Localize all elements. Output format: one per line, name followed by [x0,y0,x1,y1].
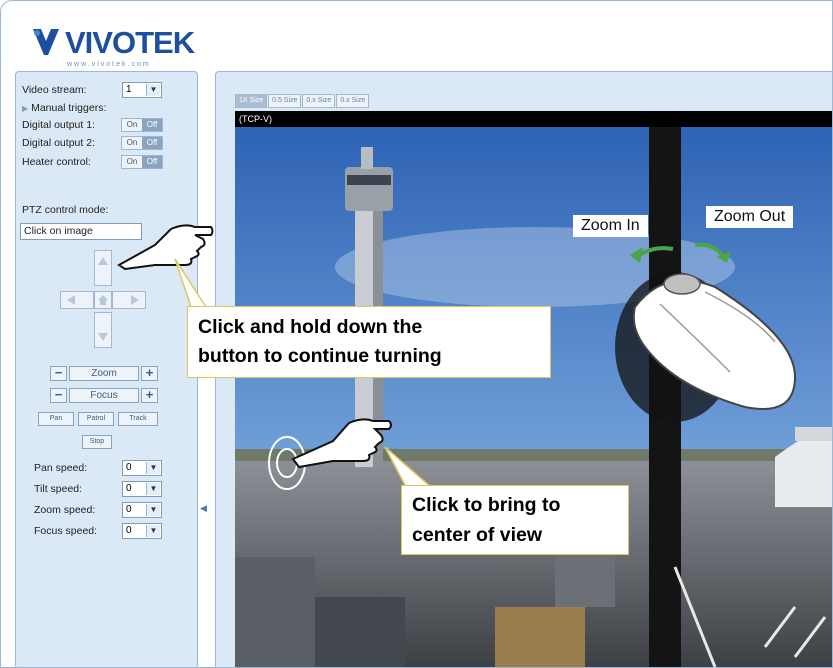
tilt-up-button[interactable] [94,250,112,286]
tilt-speed-select[interactable]: 0 ▼ [122,481,162,497]
zoom-label: Zoom [69,366,139,381]
off-button[interactable]: Off [142,156,162,168]
digital-output-2-switch[interactable]: On Off [121,136,163,150]
track-button[interactable]: Track [118,412,158,426]
control-sidebar: Video stream: 1 ▼ ▶ Manual triggers: Dig… [15,71,198,667]
arrow-right-icon [131,295,139,305]
center-callout-line1: Click to bring to [412,494,561,516]
arrow-down-icon [98,333,108,341]
digital-output-1-label: Digital output 1: [22,119,95,131]
vivotek-logo: VIVOTEK www.vivotek.com [31,19,195,71]
zoom-speed-label: Zoom speed: [34,504,96,516]
chevron-down-icon: ▼ [146,84,160,96]
view-size-tab[interactable]: 0.x Size [336,94,370,108]
arrow-left-icon [67,295,75,305]
brand-tagline: www.vivotek.com [67,61,151,68]
pan-speed-select[interactable]: 0 ▼ [122,460,162,476]
click-hand-icon [268,418,392,490]
patrol-button[interactable]: Patrol [78,412,114,426]
logo-mark-icon [33,29,59,55]
digital-output-1-switch[interactable]: On Off [121,118,163,132]
home-icon [98,295,108,305]
hold-callout-line2: button to continue turning [198,345,442,367]
digital-output-2-label: Digital output 2: [22,137,95,149]
chevron-down-icon: ▼ [146,483,160,495]
video-stream-label: Video stream: [22,84,87,96]
zoom-out-label: Zoom Out [706,206,794,228]
center-callout-line2: center of view [412,524,543,546]
heater-control-label: Heater control: [22,156,91,168]
ptz-mode-label: PTZ control mode: [22,204,109,216]
arrow-up-icon [98,257,108,265]
zoom-speed-value: 0 [126,504,132,515]
off-button[interactable]: Off [142,119,162,131]
pan-right-button[interactable] [112,291,146,309]
on-button[interactable]: On [122,156,142,168]
hold-callout: Click and hold down the button to contin… [187,306,551,378]
pan-speed-label: Pan speed: [34,462,88,474]
video-stream-select[interactable]: 1 ▼ [122,82,162,98]
focus-speed-value: 0 [126,525,132,536]
app-frame: VIVOTEK www.vivotek.com Video stream: 1 … [0,0,833,668]
video-stream-value: 1 [126,84,132,95]
collapse-sidebar-icon[interactable]: ◀ [200,503,207,514]
tilt-speed-value: 0 [126,483,132,494]
home-button[interactable] [94,291,112,309]
manual-triggers-label: Manual triggers: [31,102,107,114]
view-size-tab[interactable]: 1X Size [235,94,268,108]
focus-speed-select[interactable]: 0 ▼ [122,523,162,539]
hold-callout-line1: Click and hold down the [198,316,423,338]
focus-near-button[interactable]: − [50,388,67,403]
tilt-speed-label: Tilt speed: [34,483,83,495]
pan-speed-value: 0 [126,462,132,473]
focus-far-button[interactable]: + [141,388,158,403]
chevron-down-icon: ▼ [146,525,160,537]
pan-left-button[interactable] [60,291,94,309]
heater-control-switch[interactable]: On Off [121,155,163,169]
view-size-tab[interactable]: 0.5 Size [268,94,302,108]
tilt-down-button[interactable] [94,312,112,348]
brand-name: VIVOTEK [65,25,195,60]
off-button[interactable]: Off [142,137,162,149]
pan-button[interactable]: Pan [38,412,74,426]
chevron-down-icon: ▼ [146,504,160,516]
chevron-down-icon: ▼ [146,462,160,474]
manual-triggers-toggle[interactable]: ▶ Manual triggers: [22,102,106,114]
zoom-out-button[interactable]: − [50,366,67,381]
center-callout: Click to bring to center of view [401,485,629,555]
zoom-in-button[interactable]: + [141,366,158,381]
stream-overlay: (TCP-V) [235,111,832,127]
on-button[interactable]: On [122,119,142,131]
triangle-right-icon: ▶ [22,104,29,113]
stop-button[interactable]: Stop [82,435,112,449]
view-size-tab[interactable]: 0.x Size [302,94,336,108]
zoom-in-label: Zoom In [573,215,648,237]
focus-label: Focus [69,388,139,403]
on-button[interactable]: On [122,137,142,149]
view-size-tabs: 1X Size 0.5 Size 0.x Size 0.x Size [235,89,370,108]
pointing-hand-icon [117,224,214,271]
focus-speed-label: Focus speed: [34,525,98,537]
zoom-speed-select[interactable]: 0 ▼ [122,502,162,518]
